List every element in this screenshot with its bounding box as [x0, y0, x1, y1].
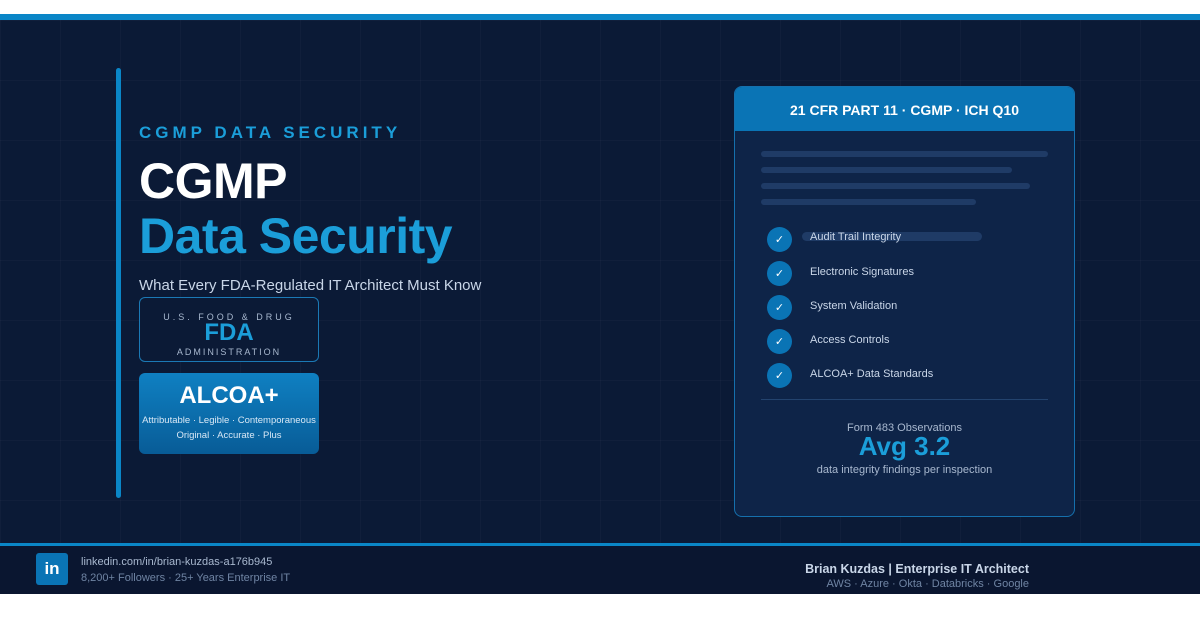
check-icon: ✓ — [767, 227, 792, 252]
placeholder-text-line — [761, 167, 1012, 173]
checklist-item-label: System Validation — [810, 300, 898, 312]
checklist-item-label: ALCOA+ Data Standards — [810, 368, 934, 380]
check-icon: ✓ — [767, 363, 792, 388]
vertical-accent-line — [116, 68, 121, 498]
panel-header: 21 CFR PART 11 · CGMP · ICH Q10 — [735, 87, 1074, 131]
fda-badge: U.S. FOOD & DRUG FDA ADMINISTRATION — [139, 297, 319, 362]
linkedin-icon[interactable]: in — [36, 553, 68, 585]
compliance-panel: 21 CFR PART 11 · CGMP · ICH Q10 ✓ Audit … — [734, 86, 1075, 517]
profile-url-link[interactable]: linkedin.com/in/brian-kuzdas-a176b945 — [81, 556, 272, 568]
fda-badge-bottom-text: ADMINISTRATION — [176, 347, 282, 357]
checklist-item: ✓ Audit Trail Integrity — [767, 227, 1067, 253]
checklist-item: ✓ Access Controls — [767, 329, 1067, 355]
checklist-item: ✓ System Validation — [767, 295, 1067, 321]
alcoa-title: ALCOA+ — [179, 382, 279, 409]
profile-stats: 8,200+ Followers · 25+ Years Enterprise … — [81, 572, 291, 584]
check-icon: ✓ — [767, 329, 792, 354]
alcoa-principles-line-2: Original · Accurate · Plus — [176, 430, 282, 441]
checklist-item: ✓ ALCOA+ Data Standards — [767, 363, 1067, 389]
subtitle: What Every FDA-Regulated IT Architect Mu… — [139, 277, 482, 294]
placeholder-text-line — [761, 151, 1048, 157]
checklist-item-label: Access Controls — [810, 334, 890, 346]
author-name: Brian Kuzdas | Enterprise IT Architect — [805, 562, 1029, 576]
footer: in linkedin.com/in/brian-kuzdas-a176b945… — [0, 546, 1200, 594]
hero-canvas: CGMP DATA SECURITY CGMP Data Security Wh… — [0, 20, 1200, 545]
panel-divider — [761, 399, 1048, 400]
metric-value: Avg 3.2 — [858, 431, 951, 461]
placeholder-text-line — [761, 199, 976, 205]
check-icon: ✓ — [767, 261, 792, 286]
kicker-text: CGMP DATA SECURITY — [139, 123, 402, 142]
title-line-1: CGMP — [139, 153, 288, 209]
checklist-item-label: Audit Trail Integrity — [810, 231, 902, 243]
checklist-item: ✓ Electronic Signatures — [767, 261, 1067, 287]
fda-logo-mark: FDA — [204, 319, 254, 346]
placeholder-text-line — [761, 183, 1030, 189]
alcoa-principles-line-1: Attributable · Legible · Contemporaneous — [142, 415, 316, 426]
title-line-2: Data Security — [139, 208, 453, 264]
tech-stack: AWS · Azure · Okta · Databricks · Google — [826, 578, 1029, 590]
alcoa-badge: ALCOA+ Attributable · Legible · Contempo… — [139, 373, 319, 454]
checklist-item-label: Electronic Signatures — [810, 266, 914, 278]
check-icon: ✓ — [767, 295, 792, 320]
metric-note: data integrity findings per inspection — [816, 464, 993, 476]
